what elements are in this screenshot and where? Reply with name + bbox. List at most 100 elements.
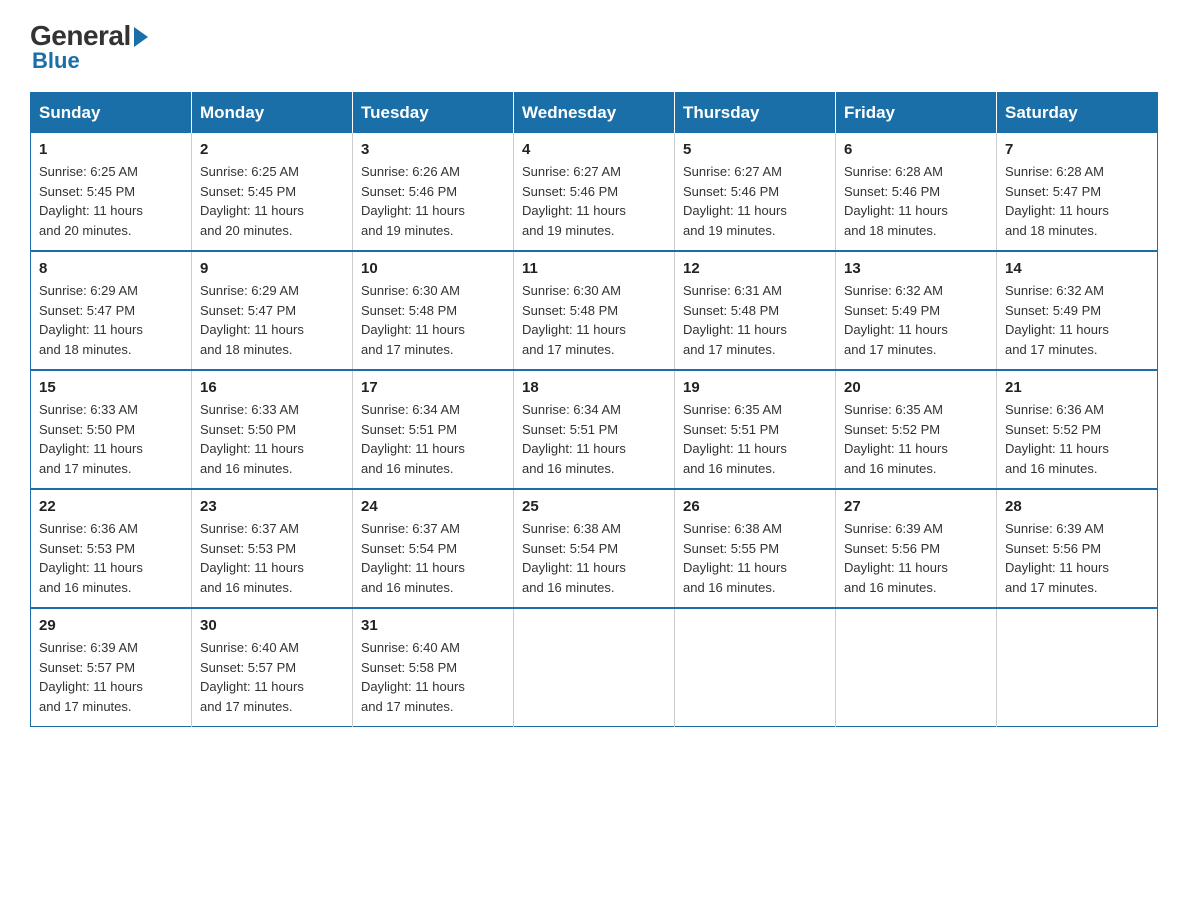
day-of-week-header: Saturday	[997, 93, 1158, 134]
day-info: Sunrise: 6:30 AMSunset: 5:48 PMDaylight:…	[361, 281, 505, 359]
day-number: 2	[200, 141, 344, 158]
calendar-day-cell: 16 Sunrise: 6:33 AMSunset: 5:50 PMDayligh…	[192, 370, 353, 489]
day-number: 15	[39, 379, 183, 396]
day-number: 4	[522, 141, 666, 158]
day-info: Sunrise: 6:35 AMSunset: 5:51 PMDaylight:…	[683, 400, 827, 478]
calendar-day-cell: 13Sunrise: 6:32 AMSunset: 5:49 PMDayligh…	[836, 251, 997, 370]
calendar-day-cell: 15 Sunrise: 6:33 AMSunset: 5:50 PMDayligh…	[31, 370, 192, 489]
calendar-day-cell: 7Sunrise: 6:28 AMSunset: 5:47 PMDaylight…	[997, 133, 1158, 251]
calendar-day-cell: 25 Sunrise: 6:38 AMSunset: 5:54 PMDayligh…	[514, 489, 675, 608]
day-number: 17	[361, 379, 505, 396]
logo-blue-text: Blue	[32, 48, 80, 74]
calendar-day-cell: 5 Sunrise: 6:27 AMSunset: 5:46 PMDaylight…	[675, 133, 836, 251]
calendar-day-cell	[997, 608, 1158, 727]
calendar-week-row: 29Sunrise: 6:39 AMSunset: 5:57 PMDayligh…	[31, 608, 1158, 727]
calendar-week-row: 22Sunrise: 6:36 AMSunset: 5:53 PMDayligh…	[31, 489, 1158, 608]
day-info: Sunrise: 6:28 AMSunset: 5:46 PMDaylight:…	[844, 162, 988, 240]
day-number: 16	[200, 379, 344, 396]
day-number: 18	[522, 379, 666, 396]
day-info: Sunrise: 6:36 AMSunset: 5:53 PMDaylight:…	[39, 519, 183, 597]
calendar-day-cell: 26 Sunrise: 6:38 AMSunset: 5:55 PMDayligh…	[675, 489, 836, 608]
day-info: Sunrise: 6:26 AMSunset: 5:46 PMDaylight:…	[361, 162, 505, 240]
calendar-week-row: 1 Sunrise: 6:25 AMSunset: 5:45 PMDaylight…	[31, 133, 1158, 251]
day-info: Sunrise: 6:33 AMSunset: 5:50 PMDaylight:…	[200, 400, 344, 478]
calendar-day-cell: 31Sunrise: 6:40 AMSunset: 5:58 PMDayligh…	[353, 608, 514, 727]
calendar-day-cell: 1 Sunrise: 6:25 AMSunset: 5:45 PMDaylight…	[31, 133, 192, 251]
day-info: Sunrise: 6:38 AMSunset: 5:55 PMDaylight:…	[683, 519, 827, 597]
day-info: Sunrise: 6:40 AMSunset: 5:58 PMDaylight:…	[361, 638, 505, 716]
day-of-week-header: Sunday	[31, 93, 192, 134]
day-info: Sunrise: 6:38 AMSunset: 5:54 PMDaylight:…	[522, 519, 666, 597]
day-info: Sunrise: 6:36 AMSunset: 5:52 PMDaylight:…	[1005, 400, 1149, 478]
day-info: Sunrise: 6:39 AMSunset: 5:56 PMDaylight:…	[1005, 519, 1149, 597]
day-info: Sunrise: 6:32 AMSunset: 5:49 PMDaylight:…	[1005, 281, 1149, 359]
day-number: 27	[844, 498, 988, 515]
calendar-day-cell: 6 Sunrise: 6:28 AMSunset: 5:46 PMDaylight…	[836, 133, 997, 251]
calendar-day-cell: 21 Sunrise: 6:36 AMSunset: 5:52 PMDayligh…	[997, 370, 1158, 489]
calendar-day-cell: 3 Sunrise: 6:26 AMSunset: 5:46 PMDaylight…	[353, 133, 514, 251]
calendar-day-cell: 12 Sunrise: 6:31 AMSunset: 5:48 PMDayligh…	[675, 251, 836, 370]
calendar-week-row: 8Sunrise: 6:29 AMSunset: 5:47 PMDaylight…	[31, 251, 1158, 370]
day-number: 1	[39, 141, 183, 158]
day-info: Sunrise: 6:29 AMSunset: 5:47 PMDaylight:…	[200, 281, 344, 359]
day-info: Sunrise: 6:25 AMSunset: 5:45 PMDaylight:…	[200, 162, 344, 240]
calendar-day-cell: 22Sunrise: 6:36 AMSunset: 5:53 PMDayligh…	[31, 489, 192, 608]
calendar-day-cell: 14 Sunrise: 6:32 AMSunset: 5:49 PMDayligh…	[997, 251, 1158, 370]
calendar-day-cell: 18 Sunrise: 6:34 AMSunset: 5:51 PMDayligh…	[514, 370, 675, 489]
day-number: 26	[683, 498, 827, 515]
day-number: 25	[522, 498, 666, 515]
day-number: 13	[844, 260, 988, 277]
day-info: Sunrise: 6:28 AMSunset: 5:47 PMDaylight:…	[1005, 162, 1149, 240]
calendar-day-cell: 19 Sunrise: 6:35 AMSunset: 5:51 PMDayligh…	[675, 370, 836, 489]
calendar-header-row: SundayMondayTuesdayWednesdayThursdayFrid…	[31, 93, 1158, 134]
calendar-day-cell: 30 Sunrise: 6:40 AMSunset: 5:57 PMDayligh…	[192, 608, 353, 727]
day-info: Sunrise: 6:27 AMSunset: 5:46 PMDaylight:…	[522, 162, 666, 240]
day-number: 12	[683, 260, 827, 277]
calendar-day-cell: 11 Sunrise: 6:30 AMSunset: 5:48 PMDayligh…	[514, 251, 675, 370]
day-info: Sunrise: 6:37 AMSunset: 5:54 PMDaylight:…	[361, 519, 505, 597]
day-number: 24	[361, 498, 505, 515]
day-number: 3	[361, 141, 505, 158]
day-number: 14	[1005, 260, 1149, 277]
day-of-week-header: Friday	[836, 93, 997, 134]
day-info: Sunrise: 6:29 AMSunset: 5:47 PMDaylight:…	[39, 281, 183, 359]
calendar-table: SundayMondayTuesdayWednesdayThursdayFrid…	[30, 92, 1158, 727]
calendar-day-cell: 9 Sunrise: 6:29 AMSunset: 5:47 PMDaylight…	[192, 251, 353, 370]
day-info: Sunrise: 6:34 AMSunset: 5:51 PMDaylight:…	[522, 400, 666, 478]
day-number: 6	[844, 141, 988, 158]
day-number: 10	[361, 260, 505, 277]
day-number: 9	[200, 260, 344, 277]
page-header: General Blue	[30, 20, 1158, 74]
day-info: Sunrise: 6:34 AMSunset: 5:51 PMDaylight:…	[361, 400, 505, 478]
day-info: Sunrise: 6:39 AMSunset: 5:56 PMDaylight:…	[844, 519, 988, 597]
calendar-day-cell: 27 Sunrise: 6:39 AMSunset: 5:56 PMDayligh…	[836, 489, 997, 608]
day-number: 21	[1005, 379, 1149, 396]
calendar-day-cell: 8Sunrise: 6:29 AMSunset: 5:47 PMDaylight…	[31, 251, 192, 370]
day-number: 30	[200, 617, 344, 634]
calendar-day-cell	[836, 608, 997, 727]
day-info: Sunrise: 6:33 AMSunset: 5:50 PMDaylight:…	[39, 400, 183, 478]
calendar-week-row: 15 Sunrise: 6:33 AMSunset: 5:50 PMDayligh…	[31, 370, 1158, 489]
day-number: 28	[1005, 498, 1149, 515]
logo: General Blue	[30, 20, 148, 74]
day-info: Sunrise: 6:37 AMSunset: 5:53 PMDaylight:…	[200, 519, 344, 597]
calendar-day-cell	[514, 608, 675, 727]
day-of-week-header: Tuesday	[353, 93, 514, 134]
day-info: Sunrise: 6:31 AMSunset: 5:48 PMDaylight:…	[683, 281, 827, 359]
day-number: 19	[683, 379, 827, 396]
day-info: Sunrise: 6:30 AMSunset: 5:48 PMDaylight:…	[522, 281, 666, 359]
calendar-day-cell	[675, 608, 836, 727]
day-info: Sunrise: 6:25 AMSunset: 5:45 PMDaylight:…	[39, 162, 183, 240]
logo-arrow-icon	[134, 27, 148, 47]
day-number: 23	[200, 498, 344, 515]
day-of-week-header: Monday	[192, 93, 353, 134]
day-of-week-header: Wednesday	[514, 93, 675, 134]
day-number: 5	[683, 141, 827, 158]
calendar-day-cell: 23 Sunrise: 6:37 AMSunset: 5:53 PMDayligh…	[192, 489, 353, 608]
day-info: Sunrise: 6:27 AMSunset: 5:46 PMDaylight:…	[683, 162, 827, 240]
calendar-day-cell: 2 Sunrise: 6:25 AMSunset: 5:45 PMDaylight…	[192, 133, 353, 251]
day-info: Sunrise: 6:40 AMSunset: 5:57 PMDaylight:…	[200, 638, 344, 716]
day-number: 11	[522, 260, 666, 277]
calendar-day-cell: 29Sunrise: 6:39 AMSunset: 5:57 PMDayligh…	[31, 608, 192, 727]
calendar-day-cell: 24 Sunrise: 6:37 AMSunset: 5:54 PMDayligh…	[353, 489, 514, 608]
